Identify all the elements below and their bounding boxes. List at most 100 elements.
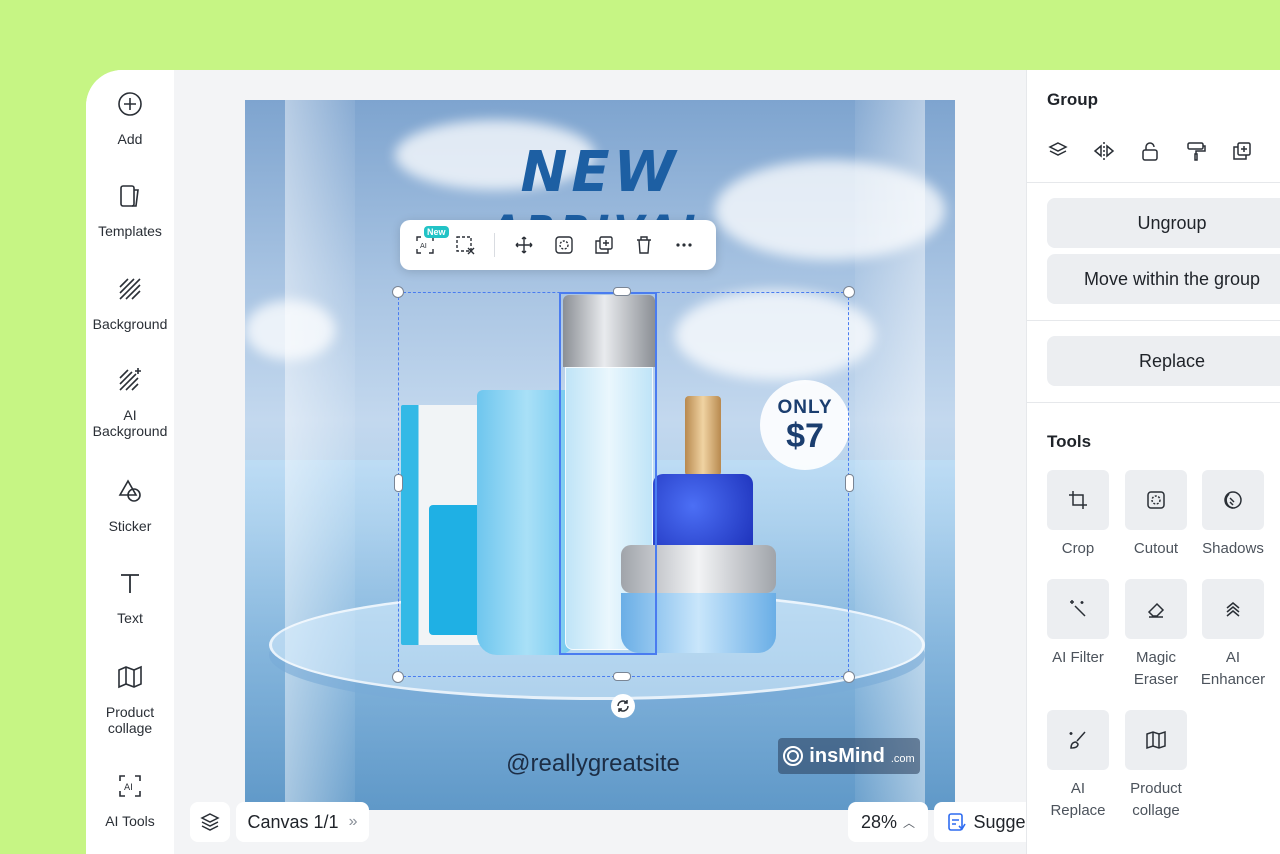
tool-product-collage[interactable]: Product collage (1125, 710, 1187, 822)
logo-name: insMind (809, 744, 885, 767)
tool-ai-enhancer[interactable]: AI Enhancer (1200, 579, 1266, 691)
product-collage-icon (116, 663, 144, 696)
ai-tools-icon: AI (116, 772, 144, 805)
layers-button[interactable] (190, 802, 230, 842)
resize-handle[interactable] (394, 474, 403, 492)
duplicate-icon (595, 236, 613, 254)
suggest-icon (948, 813, 967, 831)
layers-icon (200, 813, 220, 831)
ai-replace-icon (1069, 731, 1086, 749)
element-selection-box[interactable] (559, 292, 657, 655)
tool-magic-eraser[interactable]: Magic Eraser (1125, 579, 1187, 691)
properties-panel: Group Ungroup Move within the group Repl… (1026, 70, 1280, 854)
deselect-icon (456, 236, 475, 255)
layer-order-button[interactable] (1047, 140, 1069, 162)
divider (1027, 182, 1280, 183)
crop-icon (1069, 491, 1087, 509)
group-actions (1047, 140, 1253, 162)
lock-button[interactable] (1139, 140, 1161, 162)
sidebar-item-background[interactable]: Background (86, 275, 174, 332)
tool-label: Cutout (1133, 540, 1179, 557)
tool-label: AI Filter (1052, 649, 1104, 666)
text-icon (116, 569, 144, 602)
more-icon (676, 243, 692, 247)
insmind-logo-icon (783, 746, 804, 766)
more-button[interactable] (673, 234, 695, 256)
sidebar-item-label: AI Background (92, 407, 168, 439)
shadows-icon (1224, 491, 1242, 509)
sidebar-item-text[interactable]: Text (86, 569, 174, 626)
resize-handle[interactable] (843, 671, 855, 683)
resize-handle[interactable] (392, 286, 404, 298)
sticker-icon (116, 477, 144, 510)
delete-button[interactable] (633, 234, 655, 256)
duplicate-button[interactable] (1231, 140, 1253, 162)
layers-icon (1048, 142, 1068, 156)
tool-label: Product collage (1130, 780, 1182, 819)
sidebar-item-add[interactable]: Add (86, 90, 174, 147)
tool-label: AI Replace (1050, 780, 1106, 819)
sidebar-item-label: Background (92, 316, 168, 332)
sidebar-item-label: Add (117, 131, 143, 147)
tool-ai-replace[interactable]: AI Replace (1047, 710, 1109, 822)
headline-text[interactable]: NEW (245, 140, 955, 205)
resize-handle[interactable] (843, 286, 855, 298)
design-canvas[interactable]: NEW ARRIVAL ONLY $7 @reallygreatsite ins… (245, 100, 955, 810)
zoom-control[interactable]: 28% ︿ (848, 802, 928, 842)
divider (1027, 402, 1280, 403)
ungroup-button[interactable]: Ungroup (1047, 198, 1280, 248)
svg-text:AI: AI (420, 242, 427, 250)
cutout-icon (1147, 491, 1165, 509)
eraser-icon (1147, 602, 1165, 618)
plus-circle-icon (116, 90, 144, 123)
insmind-logo: insMind .com (778, 738, 920, 774)
svg-text:AI: AI (124, 783, 133, 793)
sidebar-item-label: Sticker (108, 518, 152, 534)
sidebar-item-ai-tools[interactable]: AI AI Tools (86, 772, 174, 829)
rotate-handle[interactable] (611, 694, 635, 718)
duplicate-icon (1233, 142, 1251, 160)
canvas-pager[interactable]: Canvas 1/1 » (236, 802, 369, 842)
sidebar-item-templates[interactable]: Templates (86, 182, 174, 239)
sidebar-item-sticker[interactable]: Sticker (86, 477, 174, 534)
duplicate-button[interactable] (593, 234, 615, 256)
logo-suffix: .com (890, 753, 915, 765)
background-icon (116, 275, 144, 308)
deselect-button[interactable] (454, 234, 476, 256)
chevron-up-icon: ︿ (903, 815, 916, 830)
flip-button[interactable] (1093, 140, 1115, 162)
tool-ai-filter[interactable]: AI Filter (1047, 579, 1109, 669)
paint-format-button[interactable] (1185, 140, 1207, 162)
sidebar-item-product-collage[interactable]: Product collage (86, 663, 174, 736)
sidebar-item-label: Templates (98, 223, 162, 239)
sidebar-item-ai-background[interactable]: AI Background (86, 366, 174, 439)
left-sidebar: Add Templates Background AI Background S… (86, 70, 174, 854)
glass-cylinder-right (855, 100, 925, 810)
canvas-page-label: Canvas 1/1 (247, 811, 339, 832)
replace-button[interactable]: Replace (1047, 336, 1280, 386)
sidebar-item-label: Product collage (105, 704, 155, 736)
tool-label: Shadows (1202, 540, 1264, 557)
flip-icon (1093, 142, 1115, 160)
tool-label: AI Enhancer (1200, 649, 1266, 688)
context-toolbar: New AI (400, 220, 716, 270)
tool-crop[interactable]: Crop (1047, 470, 1109, 560)
product-collage-icon (1146, 730, 1166, 750)
tool-label: Crop (1061, 540, 1095, 557)
resize-handle[interactable] (392, 671, 404, 683)
resize-handle[interactable] (613, 672, 631, 681)
divider (1027, 320, 1280, 321)
editor-window: Add Templates Background AI Background S… (86, 70, 1280, 854)
tools-title: Tools (1047, 432, 1092, 451)
cutout-button[interactable] (553, 234, 575, 256)
rotate-icon (617, 700, 629, 712)
resize-handle[interactable] (613, 287, 631, 296)
tool-shadows[interactable]: Shadows (1202, 470, 1264, 560)
ai-edit-button[interactable]: New AI (414, 226, 449, 256)
move-within-group-button[interactable]: Move within the group (1047, 254, 1280, 304)
group-title: Group (1047, 90, 1098, 109)
tool-cutout[interactable]: Cutout (1125, 470, 1187, 560)
resize-handle[interactable] (845, 474, 854, 492)
move-button[interactable] (513, 234, 535, 256)
sidebar-item-label: AI Tools (105, 813, 155, 829)
